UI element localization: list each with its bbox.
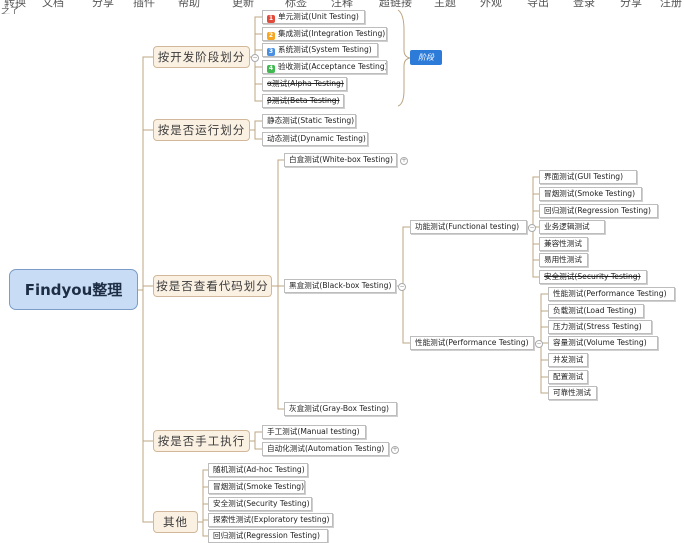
collapse-toggle-icon[interactable]: − [528, 224, 536, 232]
leaf-gray-box-testing[interactable]: 灰盒测试(Gray-Box Testing) [284, 402, 397, 416]
leaf-white-box-testing[interactable]: 白盒测试(White-box Testing) [284, 153, 397, 167]
topic-by-code-view[interactable]: 按是否查看代码划分 [153, 275, 272, 297]
topic-by-manual[interactable]: 按是否手工执行 [153, 430, 250, 452]
priority-2-icon: 2 [267, 32, 275, 40]
leaf-concurrency-testing[interactable]: 并发测试 [548, 353, 588, 367]
collapse-toggle-icon[interactable]: − [251, 54, 259, 62]
leaf-exploratory-testing[interactable]: 探索性测试(Exploratory testing) [208, 513, 333, 527]
leaf-manual-testing[interactable]: 手工测试(Manual testing) [262, 425, 366, 439]
mind-map-canvas[interactable]: 之了 转换 文档 分享 插件 帮助 更新 标签 注释 超链接 主题 外观 导出 … [0, 0, 684, 543]
collapse-toggle-icon[interactable]: − [398, 283, 406, 291]
leaf-business-logic-testing[interactable]: 业务逻辑测试 [539, 220, 605, 234]
leaf-static-testing[interactable]: 静态测试(Static Testing) [262, 114, 356, 128]
topic-other[interactable]: 其他 [153, 511, 198, 533]
leaf-adhoc-testing[interactable]: 随机测试(Ad-hoc Testing) [208, 463, 308, 477]
leaf-automation-testing[interactable]: 自动化测试(Automation Testing) [262, 442, 389, 456]
topic-by-dev-stage[interactable]: 按开发阶段划分 [153, 46, 250, 68]
leaf-alpha-testing[interactable]: α测试(Alpha Testing) [262, 77, 347, 91]
root-topic[interactable]: Findyou整理 [9, 269, 138, 310]
leaf-integration-testing[interactable]: 2 集成测试(Integration Testing) [262, 27, 387, 41]
topic-by-execution[interactable]: 按是否运行划分 [153, 119, 250, 141]
leaf-black-box-testing[interactable]: 黑盒测试(Black-box Testing) [284, 279, 396, 293]
leaf-security-testing[interactable]: 安全测试(Security Testing) [208, 497, 312, 511]
stage-annotation-label[interactable]: 阶段 [410, 50, 442, 65]
leaf-performance-testing[interactable]: 性能测试(Performance Testing) [548, 287, 675, 301]
leaf-beta-testing[interactable]: β测试(Beta Testing) [262, 94, 344, 108]
leaf-dynamic-testing[interactable]: 动态测试(Dynamic Testing) [262, 132, 368, 146]
leaf-volume-testing[interactable]: 容量测试(Volume Testing) [548, 336, 658, 350]
leaf-label: 验收测试(Acceptance Testing) [278, 62, 387, 71]
leaf-compatibility-testing[interactable]: 兼容性测试 [539, 237, 588, 251]
expand-toggle-icon[interactable]: + [400, 157, 408, 165]
priority-4-icon: 4 [267, 65, 275, 73]
leaf-load-testing[interactable]: 负载测试(Load Testing) [548, 304, 644, 318]
leaf-label: 集成测试(Integration Testing) [278, 29, 386, 38]
leaf-usability-testing[interactable]: 易用性测试 [539, 253, 588, 267]
leaf-stress-testing[interactable]: 压力测试(Stress Testing) [548, 320, 652, 334]
leaf-smoke-testing[interactable]: 冒烟测试(Smoke Testing) [539, 187, 642, 201]
leaf-unit-testing[interactable]: 1 单元测试(Unit Testing) [262, 10, 365, 24]
expand-toggle-icon[interactable]: + [391, 446, 399, 454]
leaf-acceptance-testing[interactable]: 4 验收测试(Acceptance Testing) [262, 60, 387, 74]
leaf-gui-testing[interactable]: 界面测试(GUI Testing) [539, 170, 637, 184]
priority-3-icon: 3 [267, 48, 275, 56]
node-performance-testing[interactable]: 性能测试(Performance Testing) [410, 336, 534, 350]
node-functional-testing[interactable]: 功能测试(Functional testing) [410, 220, 527, 234]
priority-1-icon: 1 [267, 15, 275, 23]
collapse-toggle-icon[interactable]: − [535, 340, 543, 348]
leaf-smoke-testing[interactable]: 冒烟测试(Smoke Testing) [208, 480, 305, 494]
leaf-reliability-testing[interactable]: 可靠性测试 [548, 386, 597, 400]
leaf-regression-testing[interactable]: 回归测试(Regression Testing) [208, 529, 328, 543]
leaf-security-testing[interactable]: 安全测试(Security Testing) [539, 270, 647, 284]
leaf-configuration-testing[interactable]: 配置测试 [548, 370, 588, 384]
leaf-label: 系统测试(System Testing) [278, 45, 372, 54]
leaf-label: 单元测试(Unit Testing) [278, 12, 359, 21]
leaf-system-testing[interactable]: 3 系统测试(System Testing) [262, 43, 378, 57]
leaf-regression-testing[interactable]: 回归测试(Regression Testing) [539, 204, 658, 218]
